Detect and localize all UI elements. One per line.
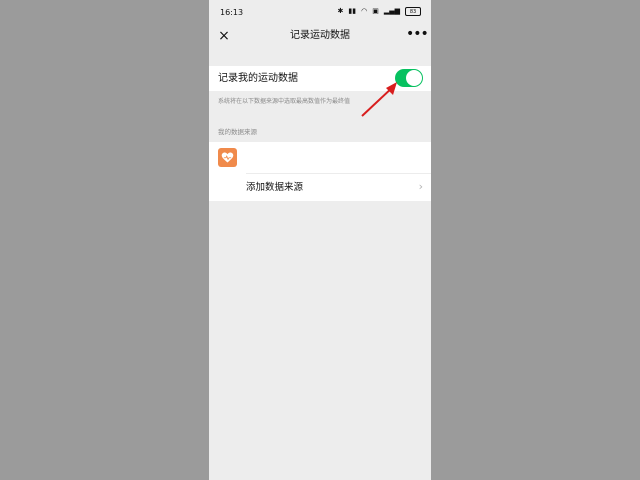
hd-icon: ▮▮ <box>348 7 357 15</box>
page-title: 记录运动数据 <box>290 30 350 41</box>
record-toggle-switch[interactable] <box>395 69 423 87</box>
switch-knob <box>406 70 422 86</box>
add-data-source-label: 添加数据来源 <box>246 182 304 193</box>
more-options-icon[interactable]: ••• <box>406 27 429 43</box>
bluetooth-icon: ✱ <box>337 7 344 15</box>
record-toggle-label: 记录我的运动数据 <box>218 73 298 84</box>
data-icon: ▣ <box>372 7 379 15</box>
signal-icon: ▂▄▆ <box>383 7 400 15</box>
record-toggle-row: 记录我的运动数据 <box>209 66 431 91</box>
hint-text: 系统将在以下数据来源中选取最高数值作为最终值 <box>218 98 351 105</box>
battery-level: 83 <box>409 8 417 15</box>
health-heart-icon <box>218 148 237 167</box>
section-header: 我的数据来源 <box>218 128 257 136</box>
chevron-right-icon: › <box>418 180 423 193</box>
data-sources-list: 添加数据来源 › <box>209 142 431 201</box>
status-bar: 16:13 ✱ ▮▮ ◠ ▣ ▂▄▆ 83 <box>209 0 431 26</box>
battery-icon: 83 <box>405 7 421 16</box>
wifi-icon: ◠ <box>361 7 368 15</box>
status-icons: ✱ ▮▮ ◠ ▣ ▂▄▆ 83 <box>338 7 421 16</box>
nav-bar: × 记录运动数据 ••• <box>209 26 431 48</box>
phone-screen: 16:13 ✱ ▮▮ ◠ ▣ ▂▄▆ 83 × 记录运动数据 ••• 记录我的运… <box>209 0 431 480</box>
add-data-source-button[interactable]: 添加数据来源 › <box>209 174 431 201</box>
list-item[interactable] <box>209 142 431 173</box>
status-time: 16:13 <box>220 8 244 17</box>
